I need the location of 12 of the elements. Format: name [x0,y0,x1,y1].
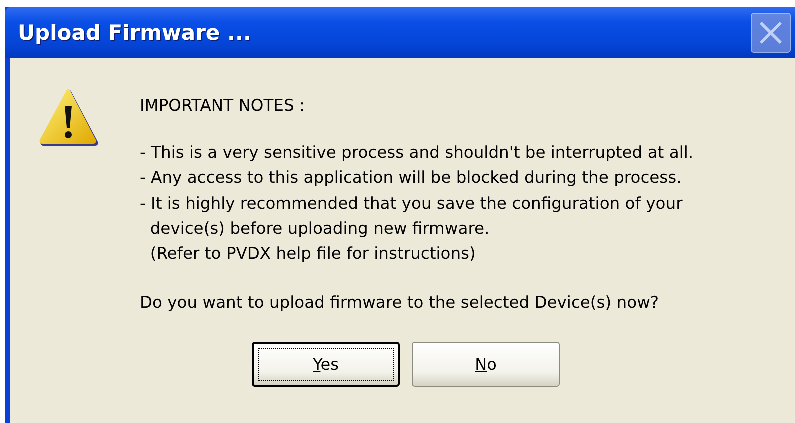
close-icon [758,20,784,46]
notes-heading: IMPORTANT NOTES : [140,96,306,115]
window-title: Upload Firmware ... [18,20,252,44]
note-line: (Refer to PVDX help file for instructions) [149,243,477,266]
dialog-button[interactable]: No [412,342,560,388]
question-text: Do you want to upload firmware to the selected Device(s) now? [140,293,660,312]
note-line: device(s) before uploading new firmware. [149,218,491,240]
note-line: - It is highly recommended that you save the configuration of your [140,192,684,215]
dialog-button[interactable]: Yes [252,342,400,388]
note-line: - Any access to this application will be blocked during the process. [140,167,683,190]
close-button[interactable] [751,12,791,52]
note-line: - This is a very sensitive process and shouldn't be interrupted at all. [140,142,694,164]
